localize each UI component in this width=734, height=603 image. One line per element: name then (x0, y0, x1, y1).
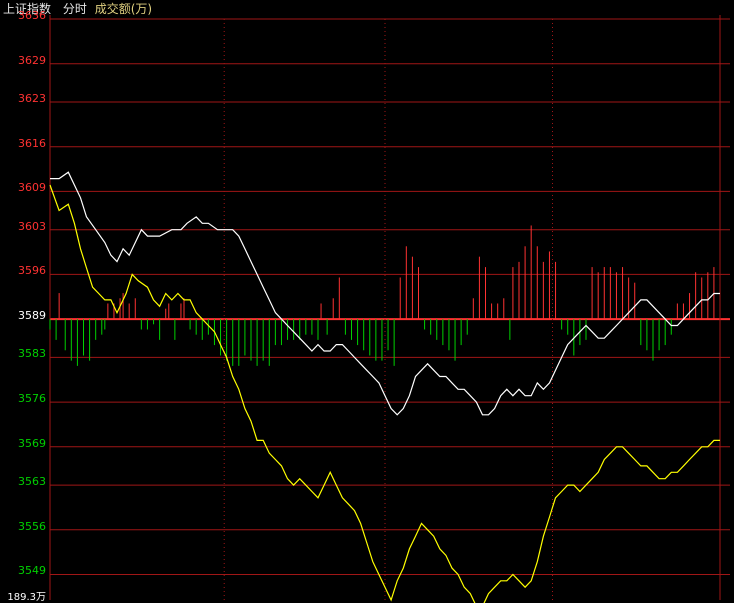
grid-lines (49, 15, 730, 600)
y-tick-label: 3569 (18, 436, 46, 450)
y-tick-label: 3556 (18, 519, 46, 533)
volume-unit: 成交额(万) (94, 2, 153, 16)
y-tick-label: 3563 (18, 475, 46, 489)
chart-mode: 分时 (62, 2, 87, 16)
y-tick-label: 3603 (18, 219, 46, 233)
y-tick-label: 3616 (18, 136, 46, 150)
y-tick-label: 3609 (18, 181, 46, 195)
volume-bars (49, 225, 715, 366)
y-tick-label: 3549 (18, 564, 46, 578)
y-tick-label: 3583 (18, 347, 46, 361)
intraday-chart (49, 15, 730, 603)
y-tick-label: 3636 (18, 9, 46, 22)
y-tick-label: 3596 (18, 264, 46, 278)
y-tick-label: 3576 (18, 392, 46, 406)
y-tick-label: 3589 (18, 309, 46, 323)
y-tick-label: 3623 (18, 92, 46, 105)
y-tick-label: 3629 (18, 53, 46, 67)
volume-axis-label: 189.3万 (7, 592, 46, 603)
